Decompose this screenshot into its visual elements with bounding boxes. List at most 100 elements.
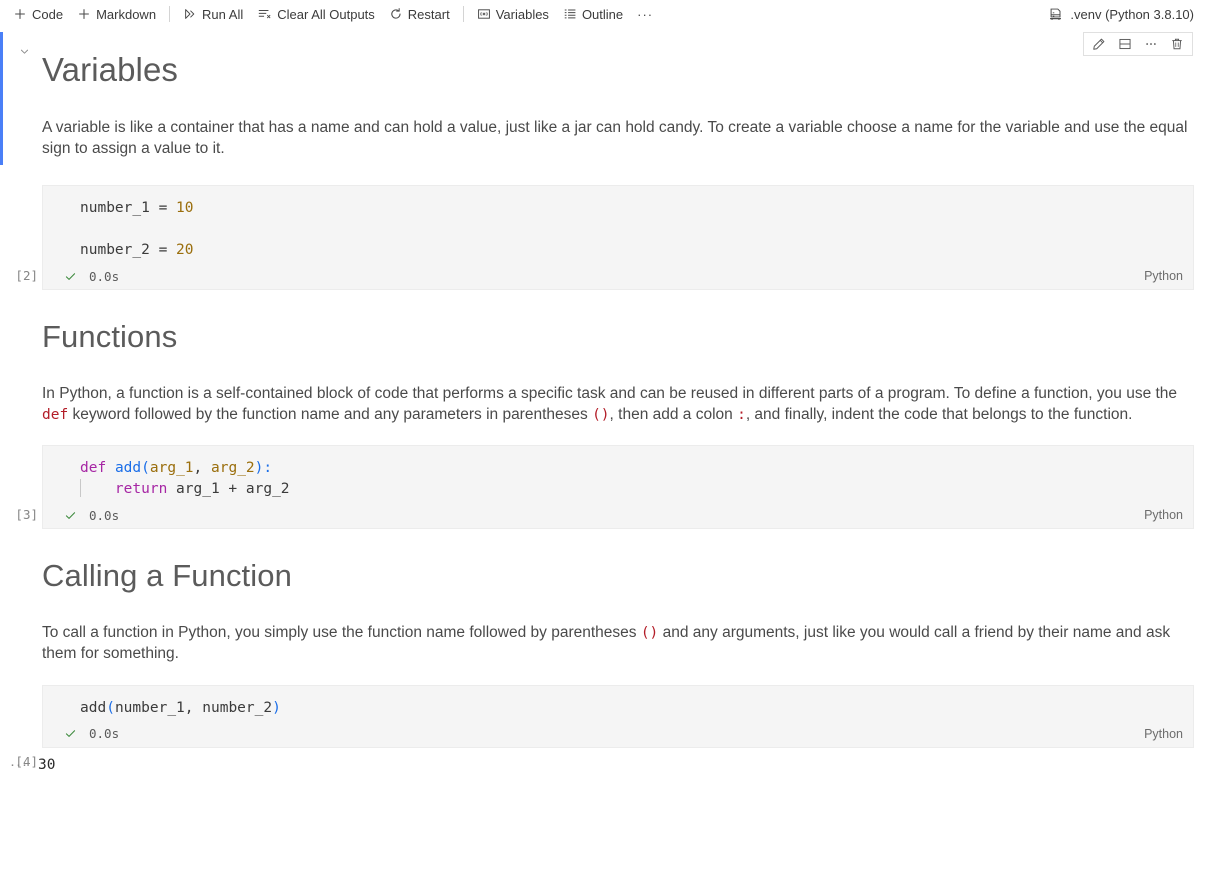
inline-code-parens: () bbox=[592, 406, 610, 423]
markdown-cell-calling-a-function[interactable]: Calling a Function To call a function in… bbox=[0, 557, 1208, 664]
success-check-icon bbox=[64, 270, 77, 283]
token-function-name: add bbox=[114, 460, 142, 477]
trash-icon bbox=[1170, 37, 1184, 51]
token-variable: number_1 bbox=[80, 200, 150, 217]
execution-count: [2] bbox=[15, 268, 38, 284]
more-actions-button[interactable] bbox=[1138, 33, 1164, 55]
markdown-body: Functions In Python, a function is a sel… bbox=[0, 318, 1208, 425]
code-line: return arg_1 + arg_2 bbox=[43, 479, 1193, 500]
code-content[interactable]: number_1 = 10 number_2 = 20 bbox=[43, 186, 1193, 263]
token-paren: ( bbox=[141, 460, 150, 477]
variables-button[interactable]: Variables bbox=[470, 5, 556, 23]
execution-count: [4] bbox=[15, 753, 38, 769]
indent-guide bbox=[80, 479, 81, 498]
success-check-icon bbox=[64, 727, 77, 740]
toolbar-more-button[interactable]: ··· bbox=[630, 6, 660, 23]
delete-cell-button[interactable] bbox=[1164, 33, 1190, 55]
cell-language-label[interactable]: Python bbox=[1144, 269, 1193, 283]
inline-code-parens: () bbox=[640, 624, 659, 641]
calling-heading: Calling a Function bbox=[42, 558, 292, 594]
code-line: number_1 = 10 bbox=[43, 198, 1193, 219]
code-line: def add(arg_1, arg_2): bbox=[43, 458, 1193, 479]
restart-icon bbox=[389, 7, 403, 21]
split-cell-button[interactable] bbox=[1112, 33, 1138, 55]
cell-action-toolbar bbox=[1083, 32, 1193, 56]
token-param: arg_1 bbox=[149, 460, 194, 477]
toolbar-more-label: ··· bbox=[637, 6, 654, 22]
split-cell-icon bbox=[1118, 37, 1132, 51]
add-markdown-cell-label: Markdown bbox=[96, 6, 157, 22]
add-code-cell-label: Code bbox=[32, 6, 64, 22]
cell-language-label[interactable]: Python bbox=[1144, 508, 1193, 522]
restart-label: Restart bbox=[407, 6, 450, 22]
paragraph-text: , then add a colon bbox=[609, 405, 738, 423]
cell-status-bar: 0.0s Python bbox=[43, 721, 1193, 747]
execution-time: 0.0s bbox=[89, 726, 120, 741]
plus-icon bbox=[77, 7, 91, 21]
code-editor-box[interactable]: add(number_1, number_2) 0.0s Python bbox=[42, 684, 1194, 748]
run-all-button[interactable]: Run All bbox=[176, 5, 250, 23]
run-all-label: Run All bbox=[202, 6, 244, 22]
token-expression: arg_1 + arg_2 bbox=[167, 481, 290, 498]
page-title: Variables bbox=[42, 51, 179, 88]
token-keyword-return: return bbox=[114, 481, 168, 498]
calling-paragraph: To call a function in Python, you simply… bbox=[42, 623, 1190, 665]
selected-cell-accent-bar bbox=[0, 32, 3, 166]
paragraph-text: keyword followed by the function name an… bbox=[68, 405, 593, 423]
functions-paragraph: In Python, a function is a self-containe… bbox=[42, 384, 1190, 426]
edit-cell-button[interactable] bbox=[1086, 33, 1112, 55]
inline-code-def: def bbox=[42, 406, 69, 423]
token-paren: ) bbox=[272, 699, 281, 716]
add-code-cell-button[interactable]: Code bbox=[6, 5, 70, 23]
notebook-container: Variables A variable is like a container… bbox=[0, 28, 1208, 776]
variables-paragraph: A variable is like a container that has … bbox=[42, 118, 1188, 157]
token-equals: = bbox=[149, 242, 177, 259]
clear-all-outputs-button[interactable]: Clear All Outputs bbox=[250, 5, 382, 23]
token-argument: number_1 bbox=[114, 699, 185, 716]
code-line: number_2 = 20 bbox=[43, 240, 1193, 261]
markdown-cell-variables[interactable]: Variables A variable is like a container… bbox=[0, 32, 1208, 166]
token-comma: , bbox=[193, 460, 211, 477]
run-all-icon bbox=[183, 7, 197, 21]
variables-icon bbox=[477, 7, 491, 21]
clear-all-outputs-label: Clear All Outputs bbox=[277, 6, 375, 22]
paragraph-text: , and finally, indent the code that belo… bbox=[745, 405, 1133, 423]
token-number: 10 bbox=[176, 200, 194, 217]
kernel-selector[interactable]: .venv (Python 3.8.10) bbox=[1042, 5, 1200, 24]
chevron-down-icon[interactable] bbox=[17, 44, 31, 58]
token-variable: number_2 bbox=[80, 242, 150, 259]
cell-language-label[interactable]: Python bbox=[1144, 727, 1193, 741]
inline-code-colon: : bbox=[737, 406, 746, 423]
code-cell-2[interactable]: [3] def add(arg_1, arg_2): return arg_1 … bbox=[0, 445, 1208, 530]
toolbar-divider bbox=[462, 6, 464, 22]
code-editor-box[interactable]: number_1 = 10 number_2 = 20 0.0s Python bbox=[42, 185, 1194, 291]
code-content[interactable]: add(number_1, number_2) bbox=[43, 686, 1193, 721]
token-argument: number_2 bbox=[202, 699, 273, 716]
code-cell-1[interactable]: [2] number_1 = 10 number_2 = 20 0.0s Pyt… bbox=[0, 185, 1208, 291]
token-colon: : bbox=[263, 460, 273, 477]
code-editor-box[interactable]: def add(arg_1, arg_2): return arg_1 + ar… bbox=[42, 445, 1194, 530]
cell-status-bar: 0.0s Python bbox=[43, 502, 1193, 528]
restart-button[interactable]: Restart bbox=[382, 5, 457, 23]
token-param: arg_2 bbox=[211, 460, 255, 477]
functions-heading: Functions bbox=[42, 319, 178, 355]
markdown-body: Calling a Function To call a function in… bbox=[0, 557, 1208, 664]
success-check-icon bbox=[64, 509, 77, 522]
execution-count: [3] bbox=[15, 507, 38, 523]
markdown-body: Variables A variable is like a container… bbox=[0, 50, 1208, 159]
code-content[interactable]: def add(arg_1, arg_2): return arg_1 + ar… bbox=[43, 446, 1193, 502]
outline-label: Outline bbox=[581, 6, 624, 22]
paragraph-text: To call a function in Python, you simply… bbox=[42, 623, 641, 641]
token-comma: , bbox=[184, 699, 203, 716]
more-icon bbox=[1144, 37, 1158, 51]
notebook-toolbar: Code Markdown Run All Clear All Outputs bbox=[0, 0, 1208, 28]
markdown-cell-functions[interactable]: Functions In Python, a function is a sel… bbox=[0, 318, 1208, 425]
code-cell-3[interactable]: [4] add(number_1, number_2) 0.0s Python … bbox=[0, 684, 1208, 776]
token-number: 20 bbox=[176, 242, 194, 259]
add-markdown-cell-button[interactable]: Markdown bbox=[70, 5, 163, 23]
token-keyword-def: def bbox=[80, 460, 107, 477]
outline-icon bbox=[563, 7, 577, 21]
clear-outputs-icon bbox=[257, 7, 272, 21]
outline-button[interactable]: Outline bbox=[556, 5, 630, 23]
